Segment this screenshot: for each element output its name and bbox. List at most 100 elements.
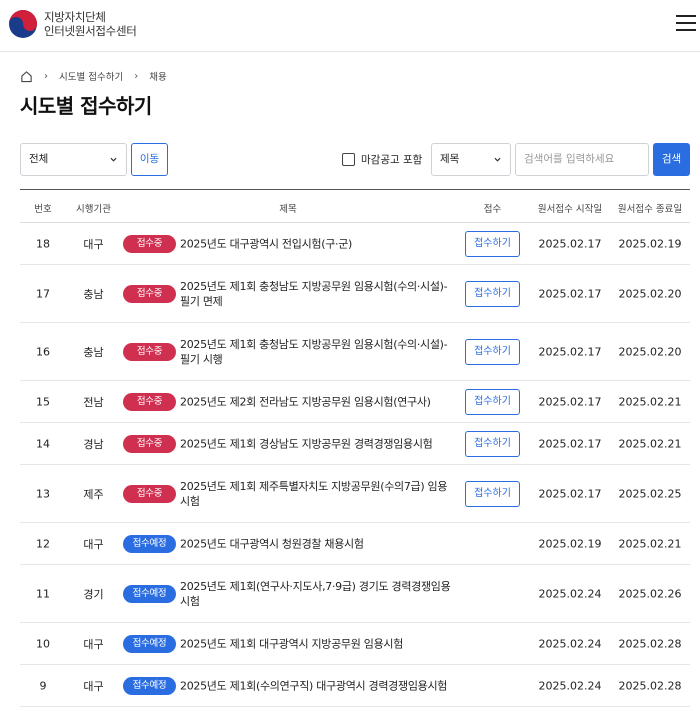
- row-start-date: 2025.02.17: [538, 345, 602, 358]
- row-end-date: 2025.02.21: [618, 395, 682, 408]
- row-start-date: 2025.02.17: [538, 287, 602, 300]
- row-title-link[interactable]: 2025년도 제2회 전라남도 지방공무원 임용시험(연구사): [180, 394, 455, 409]
- row-end-date: 2025.02.20: [618, 345, 682, 358]
- table-row[interactable]: 12 대구 2025.02.19 2025.02.21 접수예정 2025년도 대구광역시…: [20, 523, 690, 565]
- row-number: 17: [36, 287, 50, 300]
- move-button[interactable]: 이동: [131, 143, 168, 176]
- row-org: 충남: [83, 287, 104, 301]
- row-number: 12: [36, 537, 50, 550]
- row-org: 전남: [83, 395, 104, 409]
- row-org: 대구: [83, 679, 104, 693]
- row-start-date: 2025.02.17: [538, 395, 602, 408]
- row-start-date: 2025.02.19: [538, 537, 602, 550]
- table-row[interactable]: 11 경기 2025.02.24 2025.02.26 접수예정 2025년도 제1회(연…: [20, 565, 690, 623]
- table-row[interactable]: 10 대구 2025.02.24 2025.02.28 접수예정 2025년도 제1회 대…: [20, 623, 690, 665]
- logo-line-1: 지방자치단체: [44, 10, 106, 24]
- table-row[interactable]: 9 대구 2025.02.24 2025.02.28 접수예정 2025년도 제1회(수의…: [20, 665, 690, 707]
- row-number: 18: [36, 237, 50, 250]
- header-org: 시행기관: [76, 204, 111, 215]
- row-end-date: 2025.02.28: [618, 637, 682, 650]
- breadcrumb: › 시도별 접수하기 › 채용: [20, 68, 167, 84]
- row-end-date: 2025.02.20: [618, 287, 682, 300]
- row-start-date: 2025.02.17: [538, 487, 602, 500]
- table-row[interactable]: 15 전남 2025.02.17 2025.02.21 접수중 2025년도 제2회 전라…: [20, 381, 690, 423]
- chevron-right-icon: ›: [134, 70, 139, 82]
- site-header: 지방자치단체 인터넷원서접수센터: [0, 0, 700, 52]
- row-number: 11: [36, 587, 50, 600]
- search-button[interactable]: 검색: [653, 143, 690, 176]
- breadcrumb-item-1[interactable]: 시도별 접수하기: [59, 69, 123, 83]
- row-org: 경기: [83, 587, 104, 601]
- header-apply: 접수: [483, 204, 502, 215]
- row-end-date: 2025.02.26: [618, 587, 682, 600]
- table-row[interactable]: 13 제주 2025.02.17 2025.02.25 접수중 2025년도 제1회 제주…: [20, 465, 690, 523]
- table-header: 번호 시행기관 제목 접수 원서접수 시작일 원서접수 종료일: [20, 190, 690, 223]
- row-end-date: 2025.02.21: [618, 537, 682, 550]
- table-row[interactable]: 14 경남 2025.02.17 2025.02.21 접수중 2025년도 제1회 경상…: [20, 423, 690, 465]
- logo-line-2: 인터넷원서접수센터: [44, 24, 137, 38]
- header-no: 번호: [34, 204, 52, 215]
- row-number: 15: [36, 395, 50, 408]
- row-end-date: 2025.02.25: [618, 487, 682, 500]
- exam-table: 번호 시행기관 제목 접수 원서접수 시작일 원서접수 종료일 18 대구 2025…: [20, 189, 690, 707]
- row-number: 9: [39, 679, 47, 692]
- table-row[interactable]: 16 충남 2025.02.17 2025.02.20 접수중 2025년도 제1회 충청…: [20, 323, 690, 381]
- row-title-link[interactable]: 2025년도 제1회 충청남도 지방공무원 임용시험(수의·시설)-필기 면제: [180, 279, 455, 309]
- row-number: 14: [36, 437, 50, 450]
- region-select[interactable]: 전체: [20, 143, 127, 176]
- apply-button[interactable]: 접수하기: [465, 338, 520, 365]
- apply-button[interactable]: 접수하기: [465, 480, 520, 507]
- breadcrumb-item-2[interactable]: 채용: [149, 69, 166, 83]
- status-badge: 접수예정: [123, 584, 176, 603]
- header-end: 원서접수 종료일: [617, 204, 683, 215]
- apply-button[interactable]: 접수하기: [465, 388, 520, 415]
- row-title-link[interactable]: 2025년도 제1회 제주특별자치도 지방공무원(수의7급) 임용시험: [180, 479, 455, 509]
- row-number: 16: [36, 345, 50, 358]
- government-emblem-icon[interactable]: [8, 9, 38, 39]
- table-row[interactable]: 18 대구 2025.02.17 2025.02.19 접수중 2025년도 대구광역시 …: [20, 223, 690, 265]
- include-closed-label: 마감공고 포함: [361, 154, 423, 166]
- row-number: 10: [36, 637, 50, 650]
- row-org: 대구: [83, 537, 104, 551]
- status-badge: 접수중: [123, 392, 176, 411]
- row-number: 13: [36, 487, 50, 500]
- row-org: 제주: [83, 487, 104, 501]
- chevron-down-icon: [110, 157, 117, 162]
- status-badge: 접수예정: [123, 676, 176, 695]
- row-title-link[interactable]: 2025년도 제1회(연구사·지도사,7·9급) 경기도 경력경쟁임용시험: [180, 579, 455, 609]
- row-start-date: 2025.02.24: [538, 637, 602, 650]
- row-start-date: 2025.02.17: [538, 237, 602, 250]
- row-title-link[interactable]: 2025년도 제1회 충청남도 지방공무원 임용시험(수의·시설)-필기 시행: [180, 337, 455, 367]
- search-field-select[interactable]: 제목: [431, 143, 511, 176]
- filter-bar: 전체 이동 마감공고 포함 제목 검색어를 입력하세요 검색: [20, 143, 690, 176]
- search-input[interactable]: 검색어를 입력하세요: [515, 143, 649, 176]
- apply-button[interactable]: 접수하기: [465, 230, 520, 257]
- status-badge: 접수예정: [123, 534, 176, 553]
- hamburger-menu-icon[interactable]: [676, 15, 696, 33]
- row-title-link[interactable]: 2025년도 제1회 경상남도 지방공무원 경력경쟁임용시험: [180, 436, 455, 451]
- home-icon[interactable]: [20, 70, 33, 83]
- row-title-link[interactable]: 2025년도 제1회(수의연구직) 대구광역시 경력경쟁임용시험: [180, 678, 455, 693]
- include-closed-toggle[interactable]: 마감공고 포함: [342, 152, 422, 167]
- search-field-value: 제목: [440, 153, 460, 165]
- row-start-date: 2025.02.17: [538, 437, 602, 450]
- site-logo-text[interactable]: 지방자치단체 인터넷원서접수센터: [44, 10, 137, 38]
- row-title-link[interactable]: 2025년도 대구광역시 청원경찰 채용시험: [180, 536, 455, 551]
- apply-button[interactable]: 접수하기: [465, 430, 520, 457]
- apply-button[interactable]: 접수하기: [465, 280, 520, 307]
- row-org: 대구: [83, 637, 104, 651]
- table-row[interactable]: 17 충남 2025.02.17 2025.02.20 접수중 2025년도 제1회 충청…: [20, 265, 690, 323]
- row-org: 대구: [83, 237, 104, 251]
- header-title: 제목: [279, 204, 297, 215]
- row-start-date: 2025.02.24: [538, 587, 602, 600]
- chevron-right-icon: ›: [44, 70, 48, 82]
- status-badge: 접수중: [123, 234, 176, 253]
- status-badge: 접수예정: [123, 634, 176, 653]
- row-title-link[interactable]: 2025년도 제1회 대구광역시 지방공무원 임용시험: [180, 636, 455, 651]
- header-start: 원서접수 시작일: [537, 204, 603, 215]
- row-title-link[interactable]: 2025년도 대구광역시 전입시험(구·군): [180, 236, 455, 251]
- row-org: 경남: [83, 437, 104, 451]
- status-badge: 접수중: [123, 434, 176, 453]
- row-org: 충남: [83, 345, 104, 359]
- include-closed-checkbox[interactable]: [342, 153, 355, 166]
